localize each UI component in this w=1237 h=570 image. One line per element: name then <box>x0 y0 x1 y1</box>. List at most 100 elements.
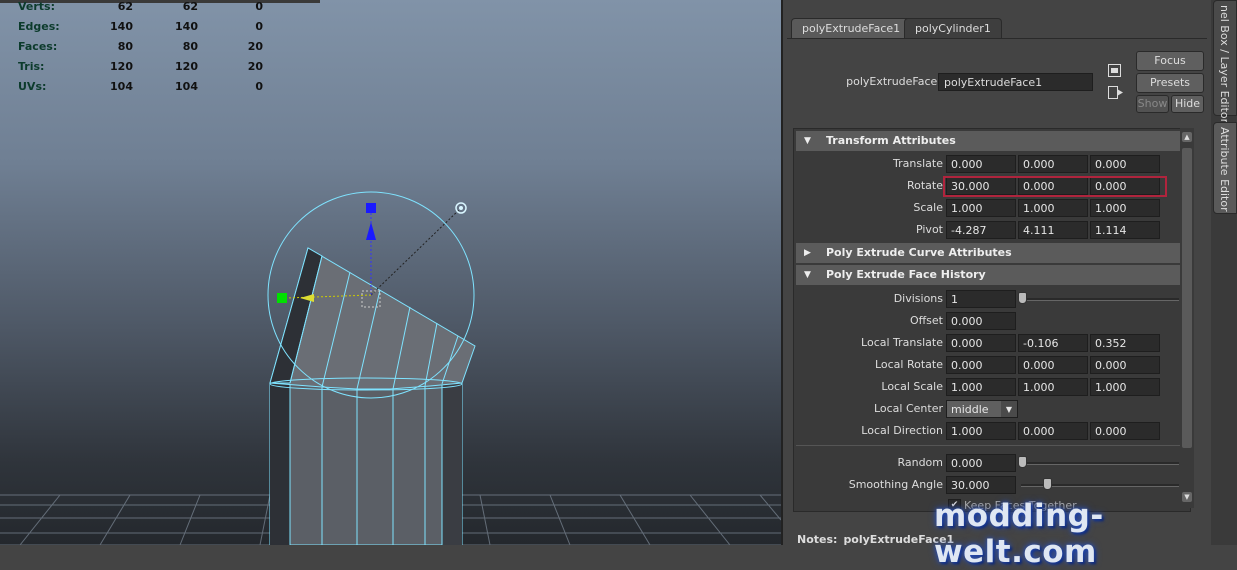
local-center-row: Local Center middle ▼ <box>796 398 1186 420</box>
hud-row: Edges: 140 140 0 <box>18 20 278 40</box>
smoothing-angle-field[interactable]: 30.000 <box>946 476 1016 494</box>
scale-z-field[interactable]: 1.000 <box>1090 199 1160 217</box>
attribute-scrollbar[interactable]: ▲ ▼ <box>1180 128 1194 508</box>
hud-value: 20 <box>247 60 263 73</box>
hud-label: UVs: <box>18 80 47 93</box>
divisions-row: Divisions 1 <box>796 288 1186 310</box>
local-direction-y-field[interactable]: 0.000 <box>1018 422 1088 440</box>
dropdown-arrow-icon: ▼ <box>1001 401 1017 417</box>
collapse-arrow-icon: ▼ <box>804 270 811 280</box>
smoothing-angle-row: Smoothing Angle 30.000 <box>796 474 1186 496</box>
section-poly-extrude-face-history[interactable]: ▼ Poly Extrude Face History <box>796 265 1186 285</box>
hud-value: 120 <box>175 60 198 73</box>
local-translate-z-field[interactable]: 0.352 <box>1090 334 1160 352</box>
hud-value: 0 <box>255 0 263 13</box>
random-slider-knob[interactable] <box>1018 456 1027 468</box>
local-rotate-row: Local Rotate 0.000 0.000 0.000 <box>796 354 1186 376</box>
translate-row: Translate 0.000 0.000 0.000 <box>796 153 1186 175</box>
hud-value: 62 <box>182 0 198 13</box>
cylinder-mesh[interactable] <box>269 247 476 545</box>
hud-value: 0 <box>255 80 263 93</box>
hud-value: 140 <box>175 20 198 33</box>
random-slider-track[interactable] <box>1021 462 1179 465</box>
divisions-slider-track[interactable] <box>1021 298 1179 301</box>
node-name-field[interactable]: polyExtrudeFace1 <box>938 73 1093 91</box>
manip-blue-handle <box>366 203 376 213</box>
translate-z-field[interactable]: 0.000 <box>1090 155 1160 173</box>
hud-value: 104 <box>175 80 198 93</box>
collapse-arrow-icon: ▼ <box>804 136 811 146</box>
hud-row: Tris: 120 120 20 <box>18 60 278 80</box>
hud-row: UVs: 104 104 0 <box>18 80 278 100</box>
tab-polyextrudeface1[interactable]: polyExtrudeFace1 <box>791 18 912 39</box>
poly-count-hud: Verts: 62 62 0 Edges: 140 140 0 Faces: 80 80 20 Tris… <box>18 0 278 100</box>
local-translate-y-field[interactable]: -0.106 <box>1018 334 1088 352</box>
local-scale-x-field[interactable]: 1.000 <box>946 378 1016 396</box>
local-translate-row: Local Translate 0.000 -0.106 0.352 <box>796 332 1186 354</box>
hide-button[interactable]: Hide <box>1171 95 1204 113</box>
hud-label: Verts: <box>18 0 56 13</box>
scale-y-field[interactable]: 1.000 <box>1018 199 1088 217</box>
tab-polycylinder1[interactable]: polyCylinder1 <box>904 18 1002 39</box>
section-divider <box>796 445 1186 446</box>
hud-value: 140 <box>110 20 133 33</box>
3d-viewport[interactable]: Verts: 62 62 0 Edges: 140 140 0 Faces: 80 80 20 Tris… <box>0 0 783 545</box>
offset-row: Offset 0.000 <box>796 310 1186 332</box>
hud-value: 62 <box>117 0 133 13</box>
local-translate-x-field[interactable]: 0.000 <box>946 334 1016 352</box>
pivot-y-field[interactable]: 4.111 <box>1018 221 1088 239</box>
tab-attribute-editor[interactable]: Attribute Editor <box>1213 122 1237 214</box>
hud-value: 0 <box>255 20 263 33</box>
rotate-highlight-box <box>943 176 1167 197</box>
expand-arrow-icon: ▶ <box>804 248 811 258</box>
tab-channel-box-layer-editor[interactable]: nel Box / Layer Editor <box>1213 0 1237 123</box>
random-field[interactable]: 0.000 <box>946 454 1016 472</box>
attribute-editor-panel: polyExtrudeFace1 polyCylinder1 polyExtru… <box>783 0 1211 546</box>
local-rotate-z-field[interactable]: 0.000 <box>1090 356 1160 374</box>
translate-x-field[interactable]: 0.000 <box>946 155 1016 173</box>
hud-label: Edges: <box>18 20 60 33</box>
notes-bar: Notes: polyExtrudeFace1 <box>797 533 955 546</box>
translate-y-field[interactable]: 0.000 <box>1018 155 1088 173</box>
scroll-up-icon[interactable]: ▲ <box>1182 132 1192 142</box>
smoothing-slider-knob[interactable] <box>1043 478 1052 490</box>
section-poly-extrude-curve[interactable]: ▶ Poly Extrude Curve Attributes <box>796 243 1186 263</box>
side-tab-strip: nel Box / Layer Editor Attribute Editor <box>1211 0 1237 545</box>
divisions-slider-knob[interactable] <box>1018 292 1027 304</box>
manip-green-handle <box>277 293 287 303</box>
local-rotate-x-field[interactable]: 0.000 <box>946 356 1016 374</box>
pivot-x-field[interactable]: -4.287 <box>946 221 1016 239</box>
random-row: Random 0.000 <box>796 452 1186 474</box>
select-node-icon[interactable] <box>1108 64 1124 81</box>
local-direction-z-field[interactable]: 0.000 <box>1090 422 1160 440</box>
scale-x-field[interactable]: 1.000 <box>946 199 1016 217</box>
node-type-label: polyExtrudeFace: <box>846 75 941 88</box>
local-scale-z-field[interactable]: 1.000 <box>1090 378 1160 396</box>
local-center-dropdown[interactable]: middle ▼ <box>946 400 1018 418</box>
attribute-sections: ▼ Transform Attributes Translate 0.000 0… <box>793 128 1191 512</box>
hud-value: 120 <box>110 60 133 73</box>
pivot-z-field[interactable]: 1.114 <box>1090 221 1160 239</box>
show-button[interactable]: Show <box>1136 95 1169 113</box>
focus-button[interactable]: Focus <box>1136 51 1204 71</box>
local-scale-y-field[interactable]: 1.000 <box>1018 378 1088 396</box>
hud-row: Verts: 62 62 0 <box>18 0 278 20</box>
watermark-text: modding-welt.com <box>934 498 1104 570</box>
local-rotate-y-field[interactable]: 0.000 <box>1018 356 1088 374</box>
pivot-row: Pivot -4.287 4.111 1.114 <box>796 219 1186 241</box>
local-direction-x-field[interactable]: 1.000 <box>946 422 1016 440</box>
local-direction-row: Local Direction 1.000 0.000 0.000 <box>796 420 1186 442</box>
presets-button[interactable]: Presets <box>1136 73 1204 93</box>
hud-value: 104 <box>110 80 133 93</box>
scroll-thumb[interactable] <box>1182 148 1192 448</box>
tab-divider <box>787 38 1207 39</box>
offset-field[interactable]: 0.000 <box>946 312 1016 330</box>
hud-label: Faces: <box>18 40 58 53</box>
section-transform-attributes[interactable]: ▼ Transform Attributes <box>796 131 1186 151</box>
hud-label: Tris: <box>18 60 45 73</box>
hud-row: Faces: 80 80 20 <box>18 40 278 60</box>
goto-output-icon[interactable] <box>1108 86 1124 103</box>
divisions-field[interactable]: 1 <box>946 290 1016 308</box>
hud-value: 80 <box>117 40 133 53</box>
scale-row: Scale 1.000 1.000 1.000 <box>796 197 1186 219</box>
